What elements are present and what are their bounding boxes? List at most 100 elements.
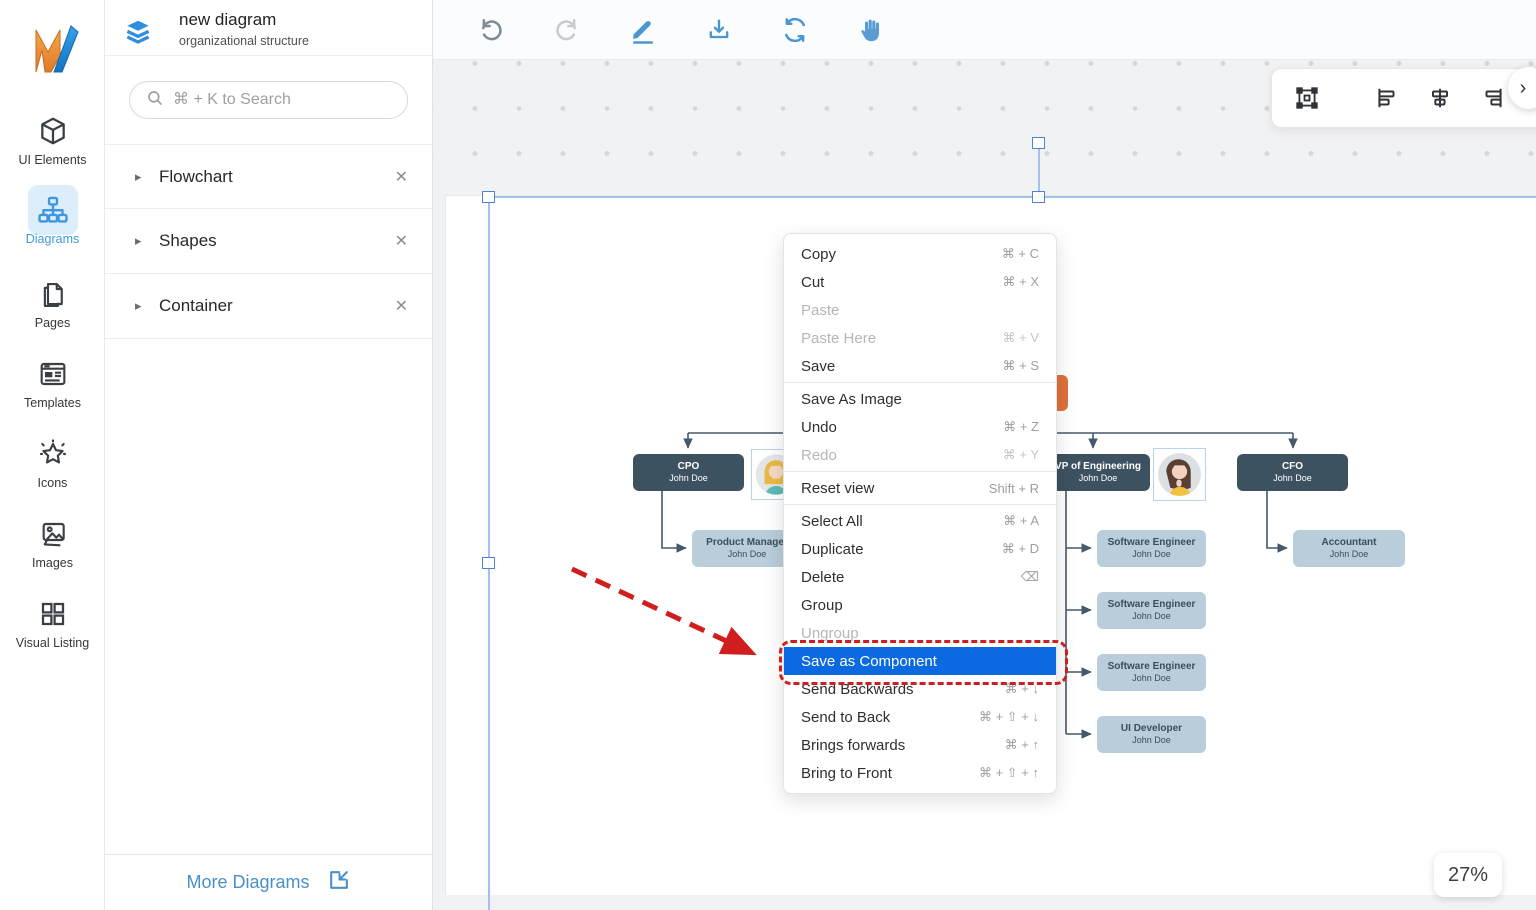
menu-item-paste: Paste <box>784 296 1056 324</box>
sidebar-item-label: Images <box>0 556 105 570</box>
close-icon[interactable]: ✕ <box>395 167 408 187</box>
node-name: John Doe <box>728 549 767 560</box>
node-name: John Doe <box>1132 549 1171 560</box>
menu-item-bring-to-front[interactable]: Bring to Front⌘ + ⇧ + ↑ <box>784 759 1056 787</box>
caret-right-icon[interactable]: ▸ <box>135 233 159 249</box>
sidebar-item-pages[interactable]: Pages <box>0 276 105 330</box>
node-title: CFO <box>1282 461 1303 474</box>
menu-divider <box>784 382 1056 383</box>
node-title: Accountant <box>1322 537 1377 550</box>
import-icon[interactable] <box>326 868 351 898</box>
diagrams-panel: new diagram organizational structure ▸ F… <box>105 0 433 910</box>
menu-item-copy[interactable]: Copy⌘ + C <box>784 240 1056 268</box>
menu-item-paste-here: Paste Here⌘ + V <box>784 324 1056 352</box>
node-title: VP of Engineering <box>1055 461 1141 474</box>
diagram-subtitle: organizational structure <box>179 34 309 48</box>
align-center-horizontal-icon[interactable] <box>1427 85 1453 111</box>
sidebar-item-visual-listing[interactable]: Visual Listing <box>0 596 105 650</box>
org-node-software-engineer-3[interactable]: Software Engineer John Doe <box>1097 654 1206 691</box>
section-container[interactable]: ▸ Container ✕ <box>105 274 432 339</box>
section-shapes[interactable]: ▸ Shapes ✕ <box>105 209 432 274</box>
search-icon <box>146 89 164 112</box>
panel-header: new diagram organizational structure <box>105 0 432 56</box>
node-title: CPO <box>678 461 700 474</box>
section-label: Flowchart <box>159 167 395 187</box>
more-diagrams-link[interactable]: More Diagrams <box>186 872 309 893</box>
close-icon[interactable]: ✕ <box>395 296 408 316</box>
selection-rotation-stem <box>1038 149 1040 197</box>
undo-icon[interactable] <box>475 14 507 46</box>
menu-item-group[interactable]: Group <box>784 591 1056 619</box>
org-node-ui-developer[interactable]: UI Developer John Doe <box>1097 716 1206 753</box>
node-name: John Doe <box>1132 611 1171 622</box>
star-icon <box>0 436 105 472</box>
node-name: John Doe <box>1132 673 1171 684</box>
sidebar-item-templates[interactable]: Templates <box>0 356 105 410</box>
sidebar-item-label: Icons <box>0 476 105 490</box>
annotation-highlight-box <box>779 640 1068 685</box>
section-label: Shapes <box>159 231 395 251</box>
pages-icon <box>0 276 105 312</box>
app-icon-rail: UI Elements Diagrams Pages Templates Ico… <box>0 0 105 910</box>
grid-icon <box>0 596 105 632</box>
caret-right-icon[interactable]: ▸ <box>135 169 159 185</box>
node-name: John Doe <box>669 473 708 484</box>
section-label: Container <box>159 296 395 316</box>
menu-item-brings-forwards[interactable]: Brings forwards⌘ + ↑ <box>784 731 1056 759</box>
menu-item-select-all[interactable]: Select All⌘ + A <box>784 507 1056 535</box>
org-node-vp-engineering[interactable]: VP of Engineering John Doe <box>1046 454 1150 491</box>
hand-icon[interactable] <box>855 14 887 46</box>
selection-border-left <box>488 196 490 910</box>
org-node-software-engineer-2[interactable]: Software Engineer John Doe <box>1097 592 1206 629</box>
caret-right-icon[interactable]: ▸ <box>135 298 159 314</box>
close-icon[interactable]: ✕ <box>395 231 408 251</box>
sidebar-item-label: Pages <box>0 316 105 330</box>
image-icon <box>0 516 105 552</box>
selection-handle-top-center[interactable] <box>1032 191 1045 203</box>
woman-brunette-avatar[interactable] <box>1153 448 1206 501</box>
zoom-level-badge[interactable]: 27% <box>1434 853 1502 897</box>
selection-border-top <box>488 196 1536 198</box>
sidebar-item-ui-elements[interactable]: UI Elements <box>0 113 105 167</box>
menu-item-send-to-back[interactable]: Send to Back⌘ + ⇧ + ↓ <box>784 703 1056 731</box>
sidebar-item-diagrams[interactable]: Diagrams <box>0 192 105 246</box>
sync-icon[interactable] <box>779 14 811 46</box>
menu-item-save-as-image[interactable]: Save As Image <box>784 385 1056 413</box>
selection-handle-top-left[interactable] <box>482 191 495 203</box>
sidebar-item-label: Diagrams <box>0 232 105 246</box>
search-input[interactable] <box>173 91 391 109</box>
app-logo[interactable] <box>0 16 105 83</box>
sidebar-item-images[interactable]: Images <box>0 516 105 570</box>
menu-item-delete[interactable]: Delete⌫ <box>784 563 1056 591</box>
node-title: Product Manager <box>706 537 788 550</box>
align-left-icon[interactable] <box>1374 85 1400 111</box>
panel-footer: More Diagrams <box>105 854 432 910</box>
menu-item-cut[interactable]: Cut⌘ + X <box>784 268 1056 296</box>
menu-item-save[interactable]: Save⌘ + S <box>784 352 1056 380</box>
org-node-accountant[interactable]: Accountant John Doe <box>1293 530 1405 567</box>
section-flowchart[interactable]: ▸ Flowchart ✕ <box>105 144 432 209</box>
menu-item-reset-view[interactable]: Reset viewShift + R <box>784 474 1056 502</box>
edit-pencil-icon[interactable] <box>627 14 659 46</box>
menu-item-redo: Redo⌘ + Y <box>784 441 1056 469</box>
sidebar-item-label: UI Elements <box>0 153 105 167</box>
search-box[interactable] <box>129 81 408 119</box>
sidebar-item-icons[interactable]: Icons <box>0 436 105 490</box>
context-menu: Copy⌘ + C Cut⌘ + X Paste Paste Here⌘ + V… <box>783 233 1057 794</box>
selection-rotation-handle[interactable] <box>1032 137 1045 149</box>
align-right-icon[interactable] <box>1480 85 1506 111</box>
node-name: John Doe <box>1330 549 1369 560</box>
menu-item-undo[interactable]: Undo⌘ + Z <box>784 413 1056 441</box>
menu-item-duplicate[interactable]: Duplicate⌘ + D <box>784 535 1056 563</box>
canvas-toolbar <box>433 0 1536 60</box>
redo-icon[interactable] <box>551 14 583 46</box>
download-icon[interactable] <box>703 14 735 46</box>
org-node-cfo[interactable]: CFO John Doe <box>1237 454 1348 491</box>
selection-handle-middle-left[interactable] <box>482 557 495 569</box>
template-icon <box>0 356 105 392</box>
frame-select-icon[interactable] <box>1294 85 1320 111</box>
org-node-cpo[interactable]: CPO John Doe <box>633 454 744 491</box>
org-node-software-engineer-1[interactable]: Software Engineer John Doe <box>1097 530 1206 567</box>
layers-icon <box>123 8 157 52</box>
org-chart-icon <box>0 192 105 228</box>
